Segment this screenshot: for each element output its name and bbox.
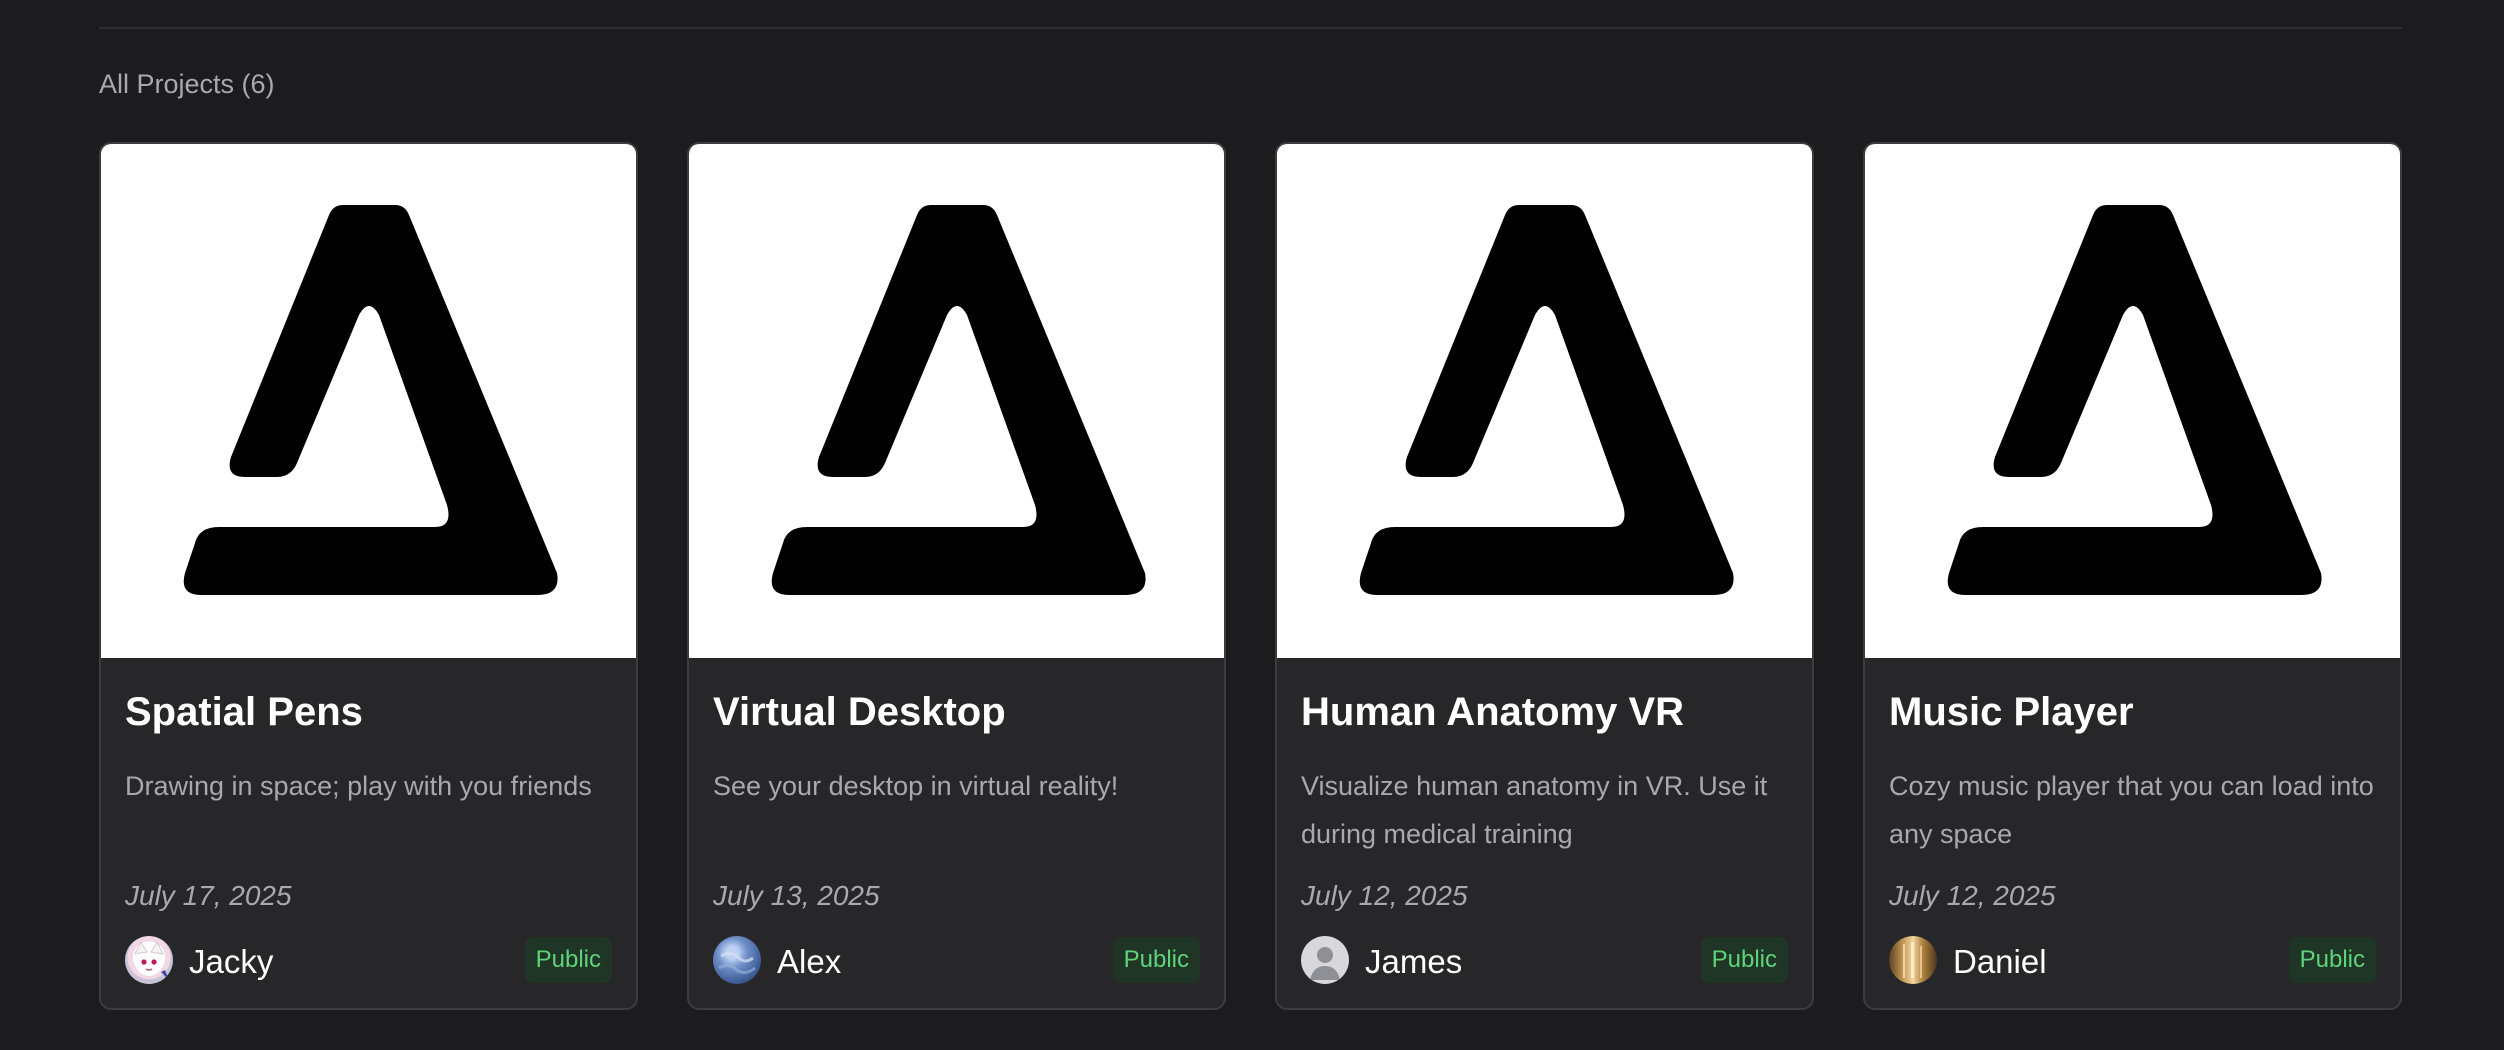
project-thumbnail [1277, 144, 1812, 658]
project-grid: Spatial Pens Drawing in space; play with… [99, 142, 2402, 1010]
author-name[interactable]: Jacky [189, 943, 273, 981]
project-title[interactable]: Spatial Pens [125, 690, 363, 735]
author-name[interactable]: James [1365, 943, 1462, 981]
app-logo-icon [771, 205, 1146, 595]
default-user-icon [1310, 947, 1340, 980]
app-logo-icon [183, 205, 558, 595]
project-description: Cozy music player that you can load into… [1889, 771, 2374, 849]
project-title[interactable]: Virtual Desktop [713, 690, 1006, 735]
projects-page: All Projects (6) Spatial Pens Drawing in… [0, 0, 2504, 1050]
visibility-badge: Public [1700, 937, 1788, 983]
project-date: July 12, 2025 [1889, 880, 2056, 911]
project-date: July 12, 2025 [1301, 880, 1468, 911]
user-avatar [1889, 936, 1937, 984]
user-avatar [713, 936, 761, 984]
card-body: Human Anatomy VR Visualize human anatomy… [1277, 658, 1812, 1008]
visibility-badge: Public [524, 937, 612, 983]
card-body: Virtual Desktop See your desktop in virt… [689, 658, 1224, 1008]
user-avatar [1301, 936, 1349, 984]
author-name[interactable]: Alex [777, 943, 841, 981]
project-card-virtual-desktop[interactable]: Virtual Desktop See your desktop in virt… [687, 142, 1226, 1010]
project-title[interactable]: Human Anatomy VR [1301, 690, 1684, 735]
project-title[interactable]: Music Player [1889, 690, 2134, 735]
photo-avatar-icon [1903, 942, 1922, 978]
anime-avatar-icon [134, 940, 169, 980]
user-avatar [125, 936, 173, 984]
project-description: Drawing in space; play with you friends [125, 771, 592, 801]
project-card-human-anatomy-vr[interactable]: Human Anatomy VR Visualize human anatomy… [1275, 142, 1814, 1010]
globe-avatar-icon [718, 951, 756, 975]
visibility-badge: Public [1112, 937, 1200, 983]
author-name[interactable]: Daniel [1953, 943, 2047, 981]
project-description: Visualize human anatomy in VR. Use it du… [1301, 771, 1768, 849]
card-body: Spatial Pens Drawing in space; play with… [101, 658, 636, 1008]
project-thumbnail [1865, 144, 2400, 658]
project-card-spatial-pens[interactable]: Spatial Pens Drawing in space; play with… [99, 142, 638, 1010]
card-body: Music Player Cozy music player that you … [1865, 658, 2400, 1008]
visibility-badge: Public [2288, 937, 2376, 983]
top-divider [99, 27, 2402, 29]
section-title: All Projects (6) [99, 69, 275, 99]
project-card-music-player[interactable]: Music Player Cozy music player that you … [1863, 142, 2402, 1010]
project-thumbnail [101, 144, 636, 658]
project-thumbnail [689, 144, 1224, 658]
app-logo-icon [1947, 205, 2322, 595]
project-date: July 17, 2025 [125, 880, 292, 911]
project-description: See your desktop in virtual reality! [713, 771, 1119, 801]
project-date: July 13, 2025 [713, 880, 880, 911]
app-logo-icon [1359, 205, 1734, 595]
